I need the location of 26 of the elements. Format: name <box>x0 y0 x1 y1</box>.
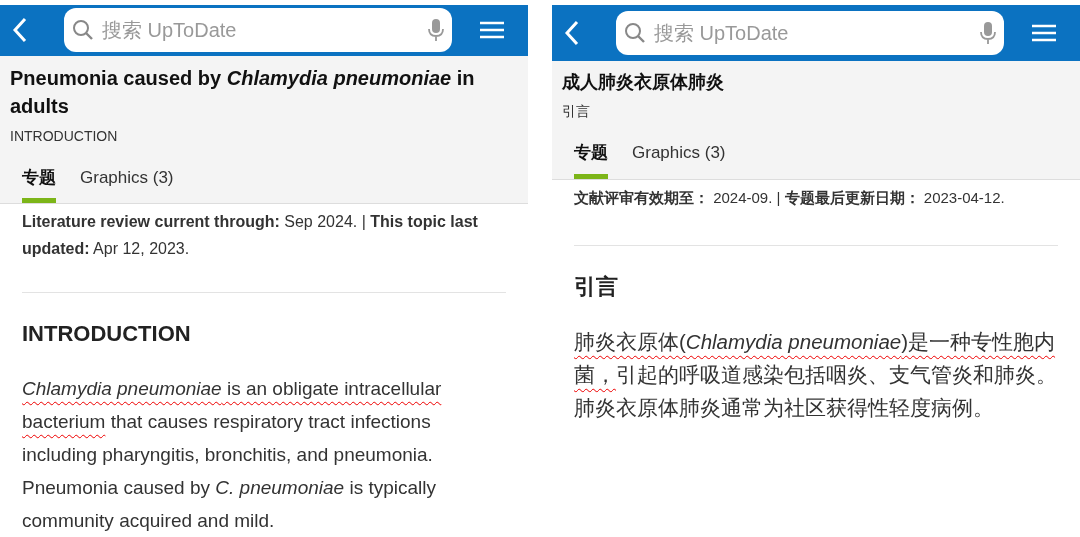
search-field[interactable]: 搜索 UpToDate <box>102 15 420 46</box>
tab[interactable]: 专题 <box>22 160 56 203</box>
back-icon[interactable] <box>564 20 580 46</box>
search-bar[interactable]: 搜索 UpToDate <box>64 8 452 53</box>
menu-icon[interactable] <box>1032 24 1056 42</box>
review-dates: Literature review current through: Sep 2024. | This topic last updated: Apr 12, 2023. <box>22 212 479 259</box>
topic-title: Pneumonia caused by Chlamydia pneumoniae in adults <box>10 65 476 119</box>
tab[interactable]: Graphics (3) <box>632 136 726 179</box>
section-label: 引言 <box>562 102 591 121</box>
microphone-icon[interactable] <box>428 18 444 43</box>
search-icon <box>624 22 646 44</box>
back-icon[interactable] <box>12 17 28 44</box>
tab[interactable]: 专题 <box>574 136 608 179</box>
menu-icon[interactable] <box>480 21 504 40</box>
microphone-icon[interactable] <box>980 21 996 45</box>
section-label: INTRODUCTION <box>10 126 119 146</box>
review-dates: 文献评审有效期至： 2024-09. | 专题最后更新日期： 2023-04-12. <box>574 187 1006 208</box>
search-icon <box>72 19 94 42</box>
search-bar[interactable]: 搜索 UpToDate <box>616 11 1004 55</box>
tab[interactable]: Graphics (3) <box>80 160 174 203</box>
section-heading: INTRODUCTION <box>22 320 192 348</box>
body-paragraph: 肺炎衣原体(Chlamydia pneumoniae)是一种专性胞内菌，引起的呼吸道感染包括咽炎、支气管炎和肺炎。肺炎衣原体肺炎通常为社区获得性轻度病例。 <box>574 328 1058 421</box>
topic-title: 成人肺炎衣原体肺炎 <box>562 71 725 94</box>
section-heading: 引言 <box>574 272 619 301</box>
body-paragraph: Chlamydia pneumoniae is an obligate intracellular bacterium that causes respiratory tract infections including pharyngitis, bronchitis, and pneumonia. Pneumonia caused by C. pneumoniae is typically community acquired and mild. <box>22 377 443 533</box>
search-field[interactable]: 搜索 UpToDate <box>654 18 972 48</box>
